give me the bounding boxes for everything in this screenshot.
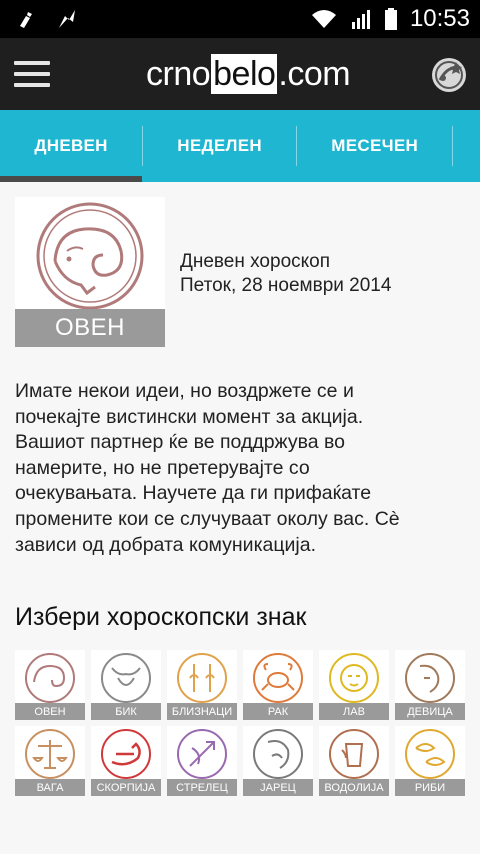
tab-weekly[interactable]: НЕДЕЛЕН: [143, 110, 296, 182]
sign-item-label: ОВЕН: [15, 703, 85, 720]
lion-icon: [329, 653, 379, 703]
current-sign-label: ОВЕН: [15, 309, 165, 347]
hamburger-line: [14, 83, 50, 87]
cleaner-icon: [20, 12, 32, 28]
horoscope-line: промените кои се случуваат околу вас. Сè: [15, 507, 400, 530]
sign-item-label: ЛАВ: [319, 703, 389, 720]
sign-item-cancer[interactable]: РАК: [243, 650, 313, 720]
ram-icon: [36, 202, 144, 310]
archer-icon: [177, 729, 227, 779]
sign-item-label: СТРЕЛЕЦ: [167, 779, 237, 796]
ram-icon: [25, 653, 75, 703]
sign-item-label: БИК: [91, 703, 161, 720]
status-time: 10:53: [409, 5, 470, 32]
sign-item-taurus[interactable]: БИК: [91, 650, 161, 720]
sign-item-label: ВАГА: [15, 779, 85, 796]
sign-item-capricorn[interactable]: ЈАРЕЦ: [243, 726, 313, 796]
sign-item-label: ВОДОЛИЈА: [319, 779, 389, 796]
virgin-icon: [405, 653, 455, 703]
app-bar: crno belo .com: [0, 38, 480, 110]
sign-item-label: ЈАРЕЦ: [243, 779, 313, 796]
sign-item-sagittarius[interactable]: СТРЕЛЕЦ: [167, 726, 237, 796]
sign-item-label: БЛИЗНАЦИ: [167, 703, 237, 720]
sign-item-aquarius[interactable]: ВОДОЛИЈА: [319, 726, 389, 796]
wifi-icon: [311, 10, 336, 28]
current-sign-card: ОВЕН: [15, 197, 165, 347]
crab-icon: [253, 653, 303, 703]
sign-item-gemini[interactable]: БЛИЗНАЦИ: [167, 650, 237, 720]
battery-icon: [384, 8, 397, 30]
logo-part: belo: [211, 54, 278, 94]
hamburger-line: [14, 61, 50, 65]
period-tabs: ДНЕВЕН НЕДЕЛЕН МЕСЕЧЕН: [0, 110, 480, 182]
sign-item-aries[interactable]: ОВЕН: [15, 650, 85, 720]
zodiac-wheel-icon[interactable]: [430, 56, 468, 94]
sign-item-pisces[interactable]: РИБИ: [395, 726, 465, 796]
sign-picker-title: Избери хороскопски знак: [15, 603, 307, 631]
horoscope-text: Имате некои идеи, но воздржете се и поче…: [15, 379, 470, 558]
scales-icon: [25, 729, 75, 779]
twins-icon: [177, 653, 227, 703]
water-bearer-icon: [329, 729, 379, 779]
horoscope-date: Петок, 28 ноември 2014: [180, 275, 392, 296]
horoscope-line: зависи од добрата комуникација.: [15, 533, 317, 556]
bull-icon: [101, 653, 151, 703]
sign-item-libra[interactable]: ВАГА: [15, 726, 85, 796]
horoscope-line: Вашиот партнер ќе ве поддржува во: [15, 431, 345, 454]
notification-icon: [59, 10, 75, 28]
horoscope-line: очекувањата. Научете да ги прифаќате: [15, 482, 372, 505]
sign-item-label: РАК: [243, 703, 313, 720]
goat-icon: [253, 729, 303, 779]
tab-monthly[interactable]: МЕСЕЧЕН: [297, 110, 452, 182]
sign-item-label: РИБИ: [395, 779, 465, 796]
horoscope-line: Имате некои идеи, но воздржете се и: [15, 380, 354, 402]
sign-item-label: ДЕВИЦА: [395, 703, 465, 720]
hamburger-line: [14, 72, 50, 76]
logo-part: crno: [146, 54, 211, 93]
horoscope-line: намерите, но не претерувајте со: [15, 456, 310, 479]
signal-icon: [351, 10, 370, 29]
sign-picker-grid: ОВЕН БИК БЛИЗНАЦИ РАК ЛАВ ДЕВИЦА ВАГА СК…: [15, 650, 470, 796]
sign-item-virgo[interactable]: ДЕВИЦА: [395, 650, 465, 720]
horoscope-meta: Дневен хороскоп Петок, 28 ноември 2014: [180, 250, 391, 298]
menu-button[interactable]: [0, 38, 64, 110]
fish-icon: [405, 729, 455, 779]
sign-item-scorpio[interactable]: СКОРПИЈА: [91, 726, 161, 796]
sign-item-leo[interactable]: ЛАВ: [319, 650, 389, 720]
status-bar: 10:53: [0, 0, 480, 38]
tab-daily[interactable]: ДНЕВЕН: [0, 110, 143, 182]
sign-item-label: СКОРПИЈА: [91, 779, 161, 796]
logo-part: .com: [278, 54, 351, 93]
scorpion-icon: [101, 729, 151, 779]
tab-overflow[interactable]: [453, 110, 480, 182]
app-logo[interactable]: crno belo .com: [146, 52, 351, 96]
horoscope-line: почекајте вистински момент за акција.: [15, 405, 364, 428]
horoscope-type: Дневен хороскоп: [180, 251, 331, 272]
